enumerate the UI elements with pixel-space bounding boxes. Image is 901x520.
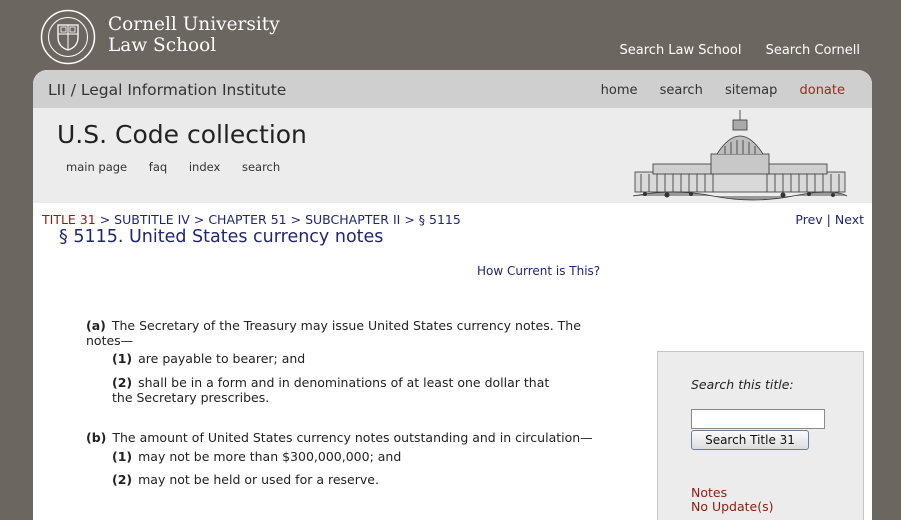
main-panel: LII / Legal Information Institute home s… (33, 70, 872, 520)
pager-divider: | (826, 212, 831, 227)
collection-index-link[interactable]: index (189, 160, 220, 174)
search-title-label: Search this title: (691, 377, 794, 392)
collection-main-page-link[interactable]: main page (66, 160, 127, 174)
nav-donate-link[interactable]: donate (799, 83, 845, 98)
nav-sitemap-link[interactable]: sitemap (725, 83, 777, 98)
nav-home-link[interactable]: home (601, 83, 638, 98)
paragraph-a2: (2) shall be in a form and in denominatio… (112, 375, 572, 405)
breadcrumb-section: § 5115 (418, 212, 461, 227)
paragraph-label: (2) (112, 375, 133, 390)
paragraph-b1: (1) may not be more than $300,000,000; an… (112, 449, 592, 464)
breadcrumb-separator: > (99, 212, 111, 227)
breadcrumb-chapter[interactable]: CHAPTER 51 (208, 212, 286, 227)
breadcrumb-subtitle[interactable]: SUBTITLE IV (114, 212, 190, 227)
paragraph-label: (1) (112, 449, 133, 464)
cornell-seal-icon[interactable] (40, 9, 96, 65)
collection-nav: main page faq index search (66, 160, 298, 174)
collection-title: U.S. Code collection (57, 120, 307, 149)
site-header: Cornell University Law School Search Law… (0, 0, 901, 70)
lii-nav: home search sitemap donate (583, 83, 845, 98)
search-cornell-link[interactable]: Search Cornell (766, 43, 860, 58)
how-current-link[interactable]: How Current is This? (477, 264, 600, 278)
paragraph-text: may not be held or used for a reserve. (138, 472, 379, 487)
header-links: Search Law School Search Cornell (600, 43, 860, 58)
paragraph-b: (b) The amount of United States currency … (86, 430, 616, 445)
notes-link[interactable]: Notes (691, 485, 727, 500)
pager: Prev | Next (795, 212, 864, 227)
university-line2: Law School (108, 35, 217, 56)
search-law-school-link[interactable]: Search Law School (620, 43, 742, 58)
prev-link[interactable]: Prev (795, 212, 822, 227)
breadcrumb-subchapter[interactable]: SUBCHAPTER II (305, 212, 400, 227)
paragraph-text: The amount of United States currency not… (112, 430, 593, 445)
breadcrumb-title[interactable]: TITLE 31 (42, 212, 96, 227)
paragraph-b2: (2) may not be held or used for a reserve… (112, 472, 592, 487)
collection-faq-link[interactable]: faq (149, 160, 167, 174)
search-title-input[interactable] (691, 409, 825, 429)
breadcrumb-separator: > (193, 212, 205, 227)
university-name[interactable]: Cornell University Law School (108, 14, 280, 56)
search-title-box: Search this title: Search Title 31 Notes… (657, 351, 864, 520)
university-line1: Cornell University (108, 14, 280, 35)
lii-title[interactable]: LII / Legal Information Institute (48, 81, 286, 99)
next-link[interactable]: Next (835, 212, 864, 227)
collection-header: U.S. Code collection main page faq index… (33, 108, 872, 203)
collection-search-link[interactable]: search (242, 160, 280, 174)
paragraph-text: shall be in a form and in denominations … (112, 375, 550, 405)
paragraph-text: The Secretary of the Treasury may issue … (86, 318, 581, 348)
paragraph-label: (2) (112, 472, 133, 487)
paragraph-text: are payable to bearer; and (138, 351, 306, 366)
nav-search-link[interactable]: search (660, 83, 703, 98)
lii-bar: LII / Legal Information Institute home s… (33, 70, 872, 108)
notes-update-link[interactable]: No Update(s) (691, 499, 774, 514)
search-title-button[interactable]: Search Title 31 (691, 430, 809, 450)
breadcrumb-separator: > (404, 212, 415, 227)
paragraph-label: (a) (86, 318, 106, 333)
paragraph-label: (b) (86, 430, 107, 445)
capitol-building-image (633, 110, 847, 201)
breadcrumb-separator: > (290, 212, 302, 227)
paragraph-a1: (1) are payable to bearer; and (112, 351, 592, 366)
paragraph-text: may not be more than $300,000,000; and (138, 449, 402, 464)
paragraph-label: (1) (112, 351, 133, 366)
paragraph-a: (a) The Secretary of the Treasury may iss… (86, 318, 606, 348)
section-heading: § 5115. United States currency notes (59, 227, 384, 247)
breadcrumb: TITLE 31 > SUBTITLE IV > CHAPTER 51 > SU… (42, 212, 461, 227)
